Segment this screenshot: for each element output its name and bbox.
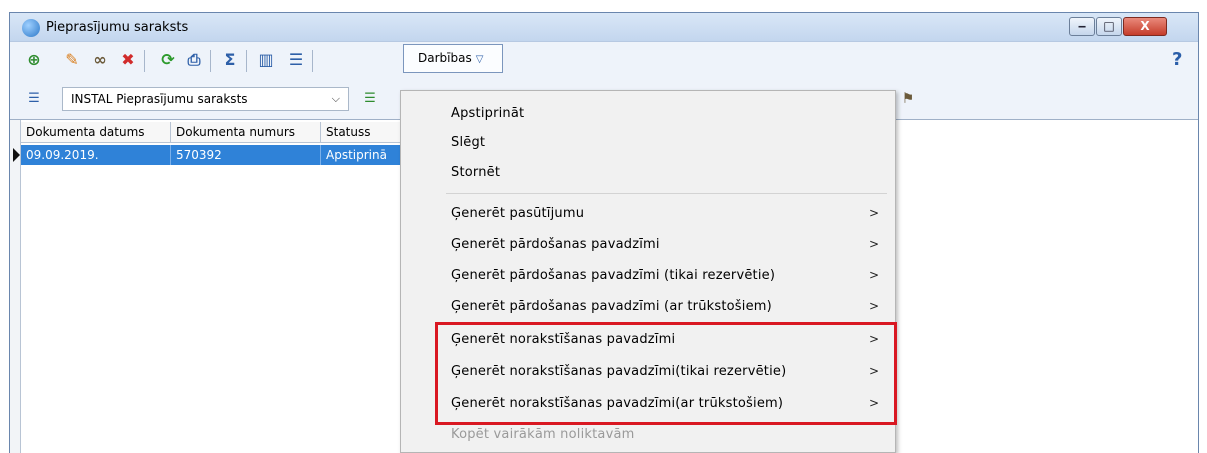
chevron-down-icon: ▽: [475, 54, 484, 65]
window-title: Pieprasījumu saraksts: [46, 20, 189, 35]
menu-separator: [446, 193, 887, 194]
toolbar-separator: [312, 50, 313, 72]
maximize-button[interactable]: □: [1096, 17, 1122, 36]
menu-item-confirm[interactable]: Apstiprināt: [451, 106, 524, 121]
column-header-date[interactable]: Dokumenta datums: [21, 122, 171, 143]
add-filter-icon[interactable]: ☰: [360, 89, 380, 109]
list-select[interactable]: INSTAL Pieprasījumu saraksts ⌵: [62, 87, 349, 111]
view-icon[interactable]: ∞: [90, 50, 110, 70]
columns-icon[interactable]: ▥: [256, 50, 276, 70]
tree-icon[interactable]: ☰: [286, 50, 306, 70]
menu-item-generate-sales-invoice[interactable]: Ģenerēt pārdošanas pavadzīmi: [451, 237, 660, 252]
current-row-marker-icon: [13, 148, 20, 162]
menu-item-close[interactable]: Slēgt: [451, 135, 485, 150]
cell-status[interactable]: Apstiprinā: [321, 145, 401, 165]
menu-item-generate-sales-invoice-reserved[interactable]: Ģenerēt pārdošanas pavadzīmi (tikai reze…: [451, 268, 775, 283]
user-filter-icon[interactable]: ⚑: [898, 89, 918, 109]
refresh-icon[interactable]: ⟳: [158, 50, 178, 70]
actions-dropdown-menu: Apstiprināt Slēgt Stornēt Ģenerēt pasūtī…: [400, 90, 897, 453]
menu-item-cancel[interactable]: Stornēt: [451, 165, 500, 180]
main-toolbar: ⊕ ✎ ∞ ✖ ⟳ ⎙ Σ ▥ ☰ Darbības ▽ ?: [10, 41, 1198, 78]
chevron-down-icon: ⌵: [331, 92, 340, 105]
edit-icon[interactable]: ✎: [62, 50, 82, 70]
cell-date[interactable]: 09.09.2019.: [21, 145, 171, 165]
column-header-number[interactable]: Dokumenta numurs: [171, 122, 321, 143]
delete-icon[interactable]: ✖: [118, 50, 138, 70]
table-row[interactable]: 09.09.2019. 570392 Apstiprinā: [21, 145, 401, 165]
close-button[interactable]: X: [1123, 17, 1167, 36]
row-header-column: [10, 120, 21, 453]
menu-item-copy-multiple-warehouses: Kopēt vairākām noliktavām: [451, 427, 635, 442]
menu-item-generate-order[interactable]: Ģenerēt pasūtījumu: [451, 206, 584, 221]
list-settings-icon[interactable]: ☰: [24, 89, 44, 109]
submenu-arrow-icon: >: [869, 206, 880, 220]
cell-number[interactable]: 570392: [171, 145, 321, 165]
minimize-button[interactable]: ‒: [1069, 17, 1095, 36]
toolbar-separator: [246, 50, 247, 72]
sum-icon[interactable]: Σ: [220, 50, 240, 70]
help-icon[interactable]: ?: [1172, 49, 1182, 70]
add-icon[interactable]: ⊕: [24, 50, 44, 70]
menu-item-generate-sales-invoice-missing[interactable]: Ģenerēt pārdošanas pavadzīmi (ar trūksto…: [451, 299, 772, 314]
highlight-box: [435, 322, 897, 425]
actions-menu-button[interactable]: Darbības ▽: [403, 44, 503, 73]
toolbar-separator: [210, 50, 211, 72]
toolbar-separator: [144, 50, 145, 72]
app-icon: [22, 19, 40, 37]
list-select-value: INSTAL Pieprasījumu saraksts: [71, 92, 248, 106]
actions-menu-label: Darbības: [418, 51, 472, 65]
submenu-arrow-icon: >: [869, 299, 880, 313]
column-header-status[interactable]: Statuss: [321, 122, 401, 143]
print-icon[interactable]: ⎙: [184, 50, 204, 70]
submenu-arrow-icon: >: [869, 268, 880, 282]
title-bar[interactable]: Pieprasījumu saraksts ‒ □ X: [10, 13, 1198, 41]
submenu-arrow-icon: >: [869, 237, 880, 251]
